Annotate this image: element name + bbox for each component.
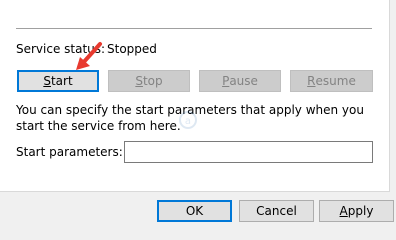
svg-text:a: a	[185, 116, 191, 127]
apply-button[interactable]: Apply	[319, 200, 394, 222]
divider	[16, 28, 372, 29]
watermark-icon: a	[179, 111, 197, 129]
red-arrow-icon	[76, 42, 102, 70]
stop-button[interactable]: Stop	[108, 70, 190, 92]
service-properties-panel: Service status: Stopped Start Stop Pause…	[0, 0, 390, 192]
resume-button[interactable]: Resume	[290, 70, 373, 92]
ok-button[interactable]: OK	[157, 200, 232, 222]
start-parameters-input[interactable]	[124, 141, 373, 163]
start-button[interactable]: Start	[17, 70, 99, 92]
start-parameters-label: Start parameters:	[16, 145, 123, 159]
cancel-button[interactable]: Cancel	[239, 200, 314, 222]
pause-button[interactable]: Pause	[199, 70, 281, 92]
service-status-value: Stopped	[107, 42, 157, 56]
